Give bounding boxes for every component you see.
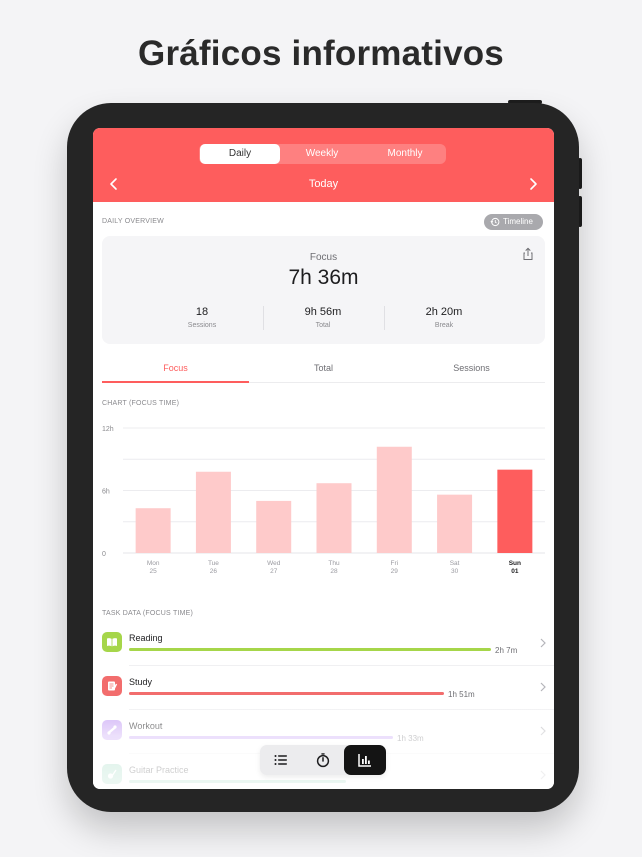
bar bbox=[437, 494, 473, 553]
y-tick-label: 12h bbox=[102, 426, 114, 433]
task-duration: 1h 33m bbox=[397, 734, 424, 743]
stat-label: Sessions bbox=[187, 322, 217, 329]
tab-total[interactable]: Total bbox=[250, 363, 397, 373]
date-title: Today bbox=[308, 178, 339, 190]
stat-value: 18 bbox=[195, 306, 209, 318]
list-icon bbox=[274, 755, 287, 765]
chevron-right-icon bbox=[540, 682, 546, 692]
task-data-label: TASK DATA (FOCUS TIME) bbox=[102, 610, 193, 617]
chart-label: CHART (FOCUS TIME) bbox=[102, 400, 180, 407]
app-screen: Daily Weekly Monthly Today DAILY OVERVIE… bbox=[93, 128, 554, 789]
bar bbox=[256, 500, 292, 553]
stats-icon bbox=[358, 754, 371, 767]
timeline-label: Timeline bbox=[503, 217, 533, 226]
tab-focus[interactable]: Focus bbox=[102, 363, 249, 373]
x-tick-day: Wed bbox=[267, 560, 281, 567]
task-name: Study bbox=[129, 677, 153, 687]
task-progress-bar bbox=[129, 780, 346, 783]
period-segmented-control: Daily Weekly Monthly bbox=[199, 144, 446, 164]
x-tick-day: Sat bbox=[450, 560, 460, 567]
bottom-tab-bar bbox=[260, 745, 386, 775]
task-progress-bar bbox=[129, 692, 444, 695]
dumbbell-icon bbox=[102, 720, 122, 740]
overview-title: Focus bbox=[309, 252, 338, 263]
stat-label: Break bbox=[434, 322, 454, 329]
bar bbox=[376, 446, 412, 553]
stat-value: 2h 20m bbox=[425, 306, 463, 318]
task-name: Guitar Practice bbox=[129, 765, 189, 775]
tab-monthly[interactable]: Monthly bbox=[364, 144, 446, 164]
timer-icon bbox=[316, 753, 330, 768]
stat-sessions: 18 Sessions bbox=[142, 306, 262, 329]
overview-card: Focus 7h 36m 18 Sessions 9h 56m Total 2h… bbox=[102, 236, 545, 344]
x-tick-date: 01 bbox=[511, 568, 519, 575]
chevron-right-icon bbox=[540, 638, 546, 648]
task-name: Workout bbox=[129, 721, 163, 731]
task-name: Reading bbox=[129, 633, 163, 643]
bar bbox=[195, 471, 231, 553]
bar bbox=[135, 508, 171, 553]
headline: Gráficos informativos bbox=[138, 34, 504, 73]
x-tick-date: 28 bbox=[330, 568, 338, 575]
y-tick-label: 0 bbox=[102, 551, 106, 558]
stat-label: Total bbox=[315, 322, 331, 329]
bar bbox=[316, 483, 352, 553]
timeline-button[interactable]: Timeline bbox=[484, 214, 543, 230]
history-icon bbox=[490, 217, 500, 227]
chevron-right-icon bbox=[540, 770, 546, 780]
x-tick-day: Sun bbox=[509, 560, 521, 567]
task-duration: 2h 7m bbox=[495, 646, 518, 655]
chevron-right-icon[interactable] bbox=[525, 176, 541, 192]
task-progress-bar bbox=[129, 736, 393, 739]
x-tick-day: Mon bbox=[147, 560, 160, 567]
x-tick-date: 27 bbox=[270, 568, 278, 575]
x-tick-day: Fri bbox=[390, 560, 398, 567]
focus-time-bar-chart: 12h 6h 0 Mon25 Tue26 Wed27 Thu28 Fri29 Sat30 Sun0… bbox=[102, 426, 545, 575]
pencil-icon bbox=[102, 676, 122, 696]
active-tab-indicator bbox=[102, 381, 249, 383]
stat-break: 2h 20m Break bbox=[384, 306, 504, 329]
task-row-reading[interactable]: Reading 2h 7m bbox=[93, 622, 554, 666]
metric-tabs: Focus Total Sessions bbox=[102, 363, 545, 383]
task-row-study[interactable]: Study 1h 51m bbox=[93, 666, 554, 710]
tab-weekly[interactable]: Weekly bbox=[280, 144, 364, 164]
task-progress-bar bbox=[129, 648, 491, 651]
stat-total: 9h 56m Total bbox=[263, 306, 383, 329]
daily-overview-label: DAILY OVERVIEW bbox=[102, 218, 164, 225]
x-tick-day: Tue bbox=[208, 560, 219, 567]
header: Daily Weekly Monthly Today bbox=[93, 128, 554, 202]
chevron-right-icon bbox=[540, 726, 546, 736]
x-tick-date: 25 bbox=[150, 568, 158, 575]
list-tab-button[interactable] bbox=[260, 745, 302, 775]
overview-value: 7h 36m bbox=[288, 266, 359, 289]
task-duration: 1h 51m bbox=[448, 690, 475, 699]
stat-value: 9h 56m bbox=[304, 306, 342, 318]
x-tick-date: 26 bbox=[210, 568, 218, 575]
book-icon bbox=[102, 632, 122, 652]
guitar-icon bbox=[102, 764, 122, 784]
stats-tab-button[interactable] bbox=[344, 745, 386, 775]
tab-daily[interactable]: Daily bbox=[200, 144, 280, 164]
tab-sessions[interactable]: Sessions bbox=[398, 363, 545, 373]
bar bbox=[497, 469, 533, 553]
timer-tab-button[interactable] bbox=[302, 745, 344, 775]
y-tick-label: 6h bbox=[102, 489, 110, 496]
x-tick-day: Thu bbox=[328, 560, 340, 567]
x-tick-date: 29 bbox=[391, 568, 399, 575]
x-tick-date: 30 bbox=[451, 568, 459, 575]
